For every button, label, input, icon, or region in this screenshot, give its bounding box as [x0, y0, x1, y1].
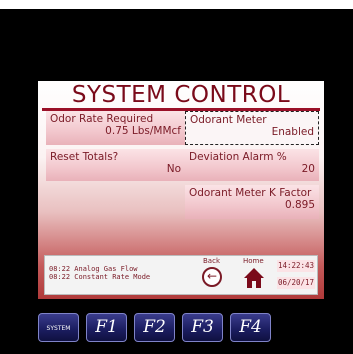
k-factor-value: 0.895 — [284, 199, 315, 211]
home-icon — [244, 268, 264, 288]
back-button[interactable]: ← — [202, 267, 222, 287]
page-title: SYSTEM CONTROL — [71, 82, 291, 108]
odorant-meter-label: Odorant Meter — [190, 114, 267, 126]
status-bar: 08:22 Analog Gas Flow 08:22 Constant Rat… — [44, 255, 318, 295]
softkey-system[interactable]: SYSTEM — [38, 313, 79, 342]
odorant-meter-field[interactable]: Odorant Meter Enabled — [185, 111, 319, 145]
odor-rate-label: Odor Rate Required — [50, 113, 154, 125]
system-control-screen: SYSTEM CONTROL Odor Rate Required 0.75 L… — [38, 81, 324, 299]
deviation-alarm-value: 20 — [301, 163, 315, 175]
home-button[interactable] — [243, 266, 265, 290]
softkey-f3[interactable]: F3 — [182, 313, 223, 342]
deviation-alarm-field[interactable]: Deviation Alarm % 20 — [185, 149, 319, 181]
deviation-alarm-label: Deviation Alarm % — [189, 151, 287, 163]
odorant-meter-value: Enabled — [271, 126, 314, 138]
reset-totals-value: No — [166, 163, 181, 175]
back-label: Back — [203, 257, 220, 265]
odor-rate-value: 0.75 Lbs/MMcf — [105, 125, 181, 137]
softkey-f1[interactable]: F1 — [86, 313, 127, 342]
event-log-line: 08:22 Constant Rate Mode — [49, 273, 151, 281]
softkey-f2[interactable]: F2 — [134, 313, 175, 342]
event-log-line: 08:22 Analog Gas Flow — [49, 265, 138, 273]
top-bezel-strip — [0, 0, 353, 9]
odor-rate-field[interactable]: Odor Rate Required 0.75 Lbs/MMcf — [46, 111, 185, 145]
softkey-f4[interactable]: F4 — [230, 313, 271, 342]
home-label: Home — [243, 257, 264, 265]
arrow-left-icon: ← — [206, 269, 218, 283]
k-factor-field[interactable]: Odorant Meter K Factor 0.895 — [185, 185, 319, 219]
reset-totals-field[interactable]: Reset Totals? No — [46, 149, 185, 181]
k-factor-label: Odorant Meter K Factor — [189, 187, 312, 199]
reset-totals-label: Reset Totals? — [50, 151, 119, 163]
clock-time: 14:22:43 — [277, 260, 315, 272]
clock-date: 06/20/17 — [277, 277, 315, 289]
event-log: 08:22 Analog Gas Flow 08:22 Constant Rat… — [49, 265, 150, 281]
